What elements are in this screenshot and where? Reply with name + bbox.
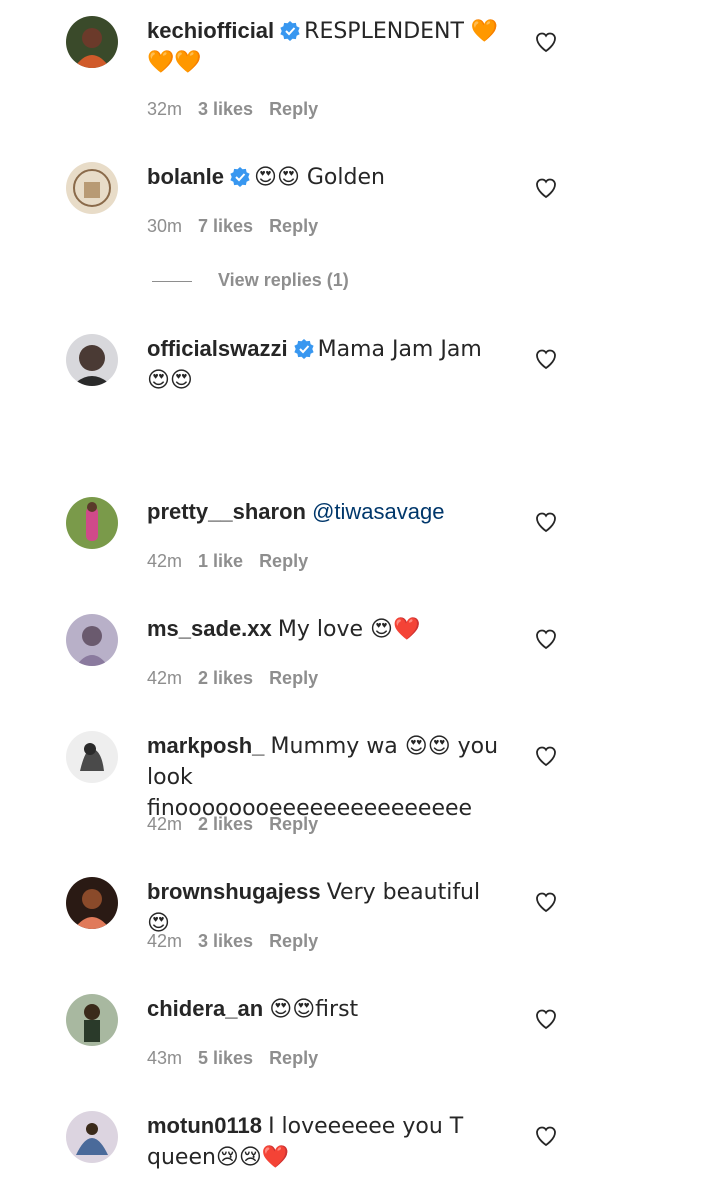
avatar[interactable]: [66, 334, 118, 386]
comment-time: 42m: [147, 814, 183, 834]
comment-time: 43m: [147, 1048, 183, 1068]
heart-outline-icon[interactable]: [534, 627, 558, 651]
comment-time: 42m: [147, 551, 183, 571]
comment-username[interactable]: pretty__sharon: [147, 499, 306, 524]
heart-outline-icon[interactable]: [534, 347, 558, 371]
reply-button[interactable]: Reply: [259, 551, 308, 571]
avatar[interactable]: [66, 877, 118, 929]
heart-outline-icon[interactable]: [534, 1124, 558, 1148]
comment-username[interactable]: kechiofficial: [147, 18, 274, 43]
comment-time: 32m: [147, 99, 183, 119]
avatar[interactable]: [66, 731, 118, 783]
avatar[interactable]: [66, 497, 118, 549]
view-replies-label: View replies (1): [218, 270, 349, 290]
comment-username[interactable]: markposh_: [147, 733, 264, 758]
reply-button[interactable]: Reply: [269, 216, 318, 236]
heart-outline-icon[interactable]: [534, 890, 558, 914]
comment-likes[interactable]: 3 likes: [198, 931, 253, 951]
comment-username[interactable]: ms_sade.xx: [147, 616, 272, 641]
comment-text: 😍😍first: [269, 997, 359, 1022]
verified-badge-icon: [230, 167, 250, 187]
comment-likes[interactable]: 2 likes: [198, 814, 253, 834]
reply-button[interactable]: Reply: [269, 99, 318, 119]
comment-username[interactable]: motun0118: [147, 1113, 262, 1138]
comment-likes[interactable]: 2 likes: [198, 668, 253, 688]
comment-likes[interactable]: 7 likes: [198, 216, 253, 236]
avatar[interactable]: [66, 994, 118, 1046]
mention-link[interactable]: @tiwasavage: [312, 499, 444, 524]
reply-button[interactable]: Reply: [269, 814, 318, 834]
avatar[interactable]: [66, 162, 118, 214]
comment-text: My love 😍❤️: [277, 617, 421, 642]
comment-username[interactable]: officialswazzi: [147, 336, 288, 361]
reply-button[interactable]: Reply: [269, 1048, 318, 1068]
divider-line: [152, 280, 192, 282]
avatar[interactable]: [66, 614, 118, 666]
comment-username[interactable]: bolanle: [147, 164, 224, 189]
verified-badge-icon: [293, 339, 314, 359]
heart-outline-icon[interactable]: [534, 510, 558, 534]
comment-likes[interactable]: 3 likes: [198, 99, 253, 119]
comment-time: 42m: [147, 668, 183, 688]
comment-time: 42m: [147, 931, 183, 951]
heart-outline-icon[interactable]: [534, 176, 558, 200]
avatar[interactable]: [66, 1111, 118, 1163]
view-replies-button[interactable]: View replies (1): [152, 270, 349, 291]
comment-username[interactable]: chidera_an: [147, 996, 263, 1021]
heart-outline-icon[interactable]: [534, 30, 558, 54]
reply-button[interactable]: Reply: [269, 668, 318, 688]
comment-likes[interactable]: 1 like: [198, 551, 243, 571]
comment-text: 😍😍 Golden: [254, 165, 385, 190]
heart-outline-icon[interactable]: [534, 744, 558, 768]
comment-username[interactable]: brownshugajess: [147, 879, 321, 904]
heart-outline-icon[interactable]: [534, 1007, 558, 1031]
avatar[interactable]: [66, 16, 118, 68]
comment-time: 30m: [147, 216, 183, 236]
reply-button[interactable]: Reply: [269, 931, 318, 951]
verified-badge-icon: [280, 21, 300, 41]
comment-likes[interactable]: 5 likes: [198, 1048, 253, 1068]
